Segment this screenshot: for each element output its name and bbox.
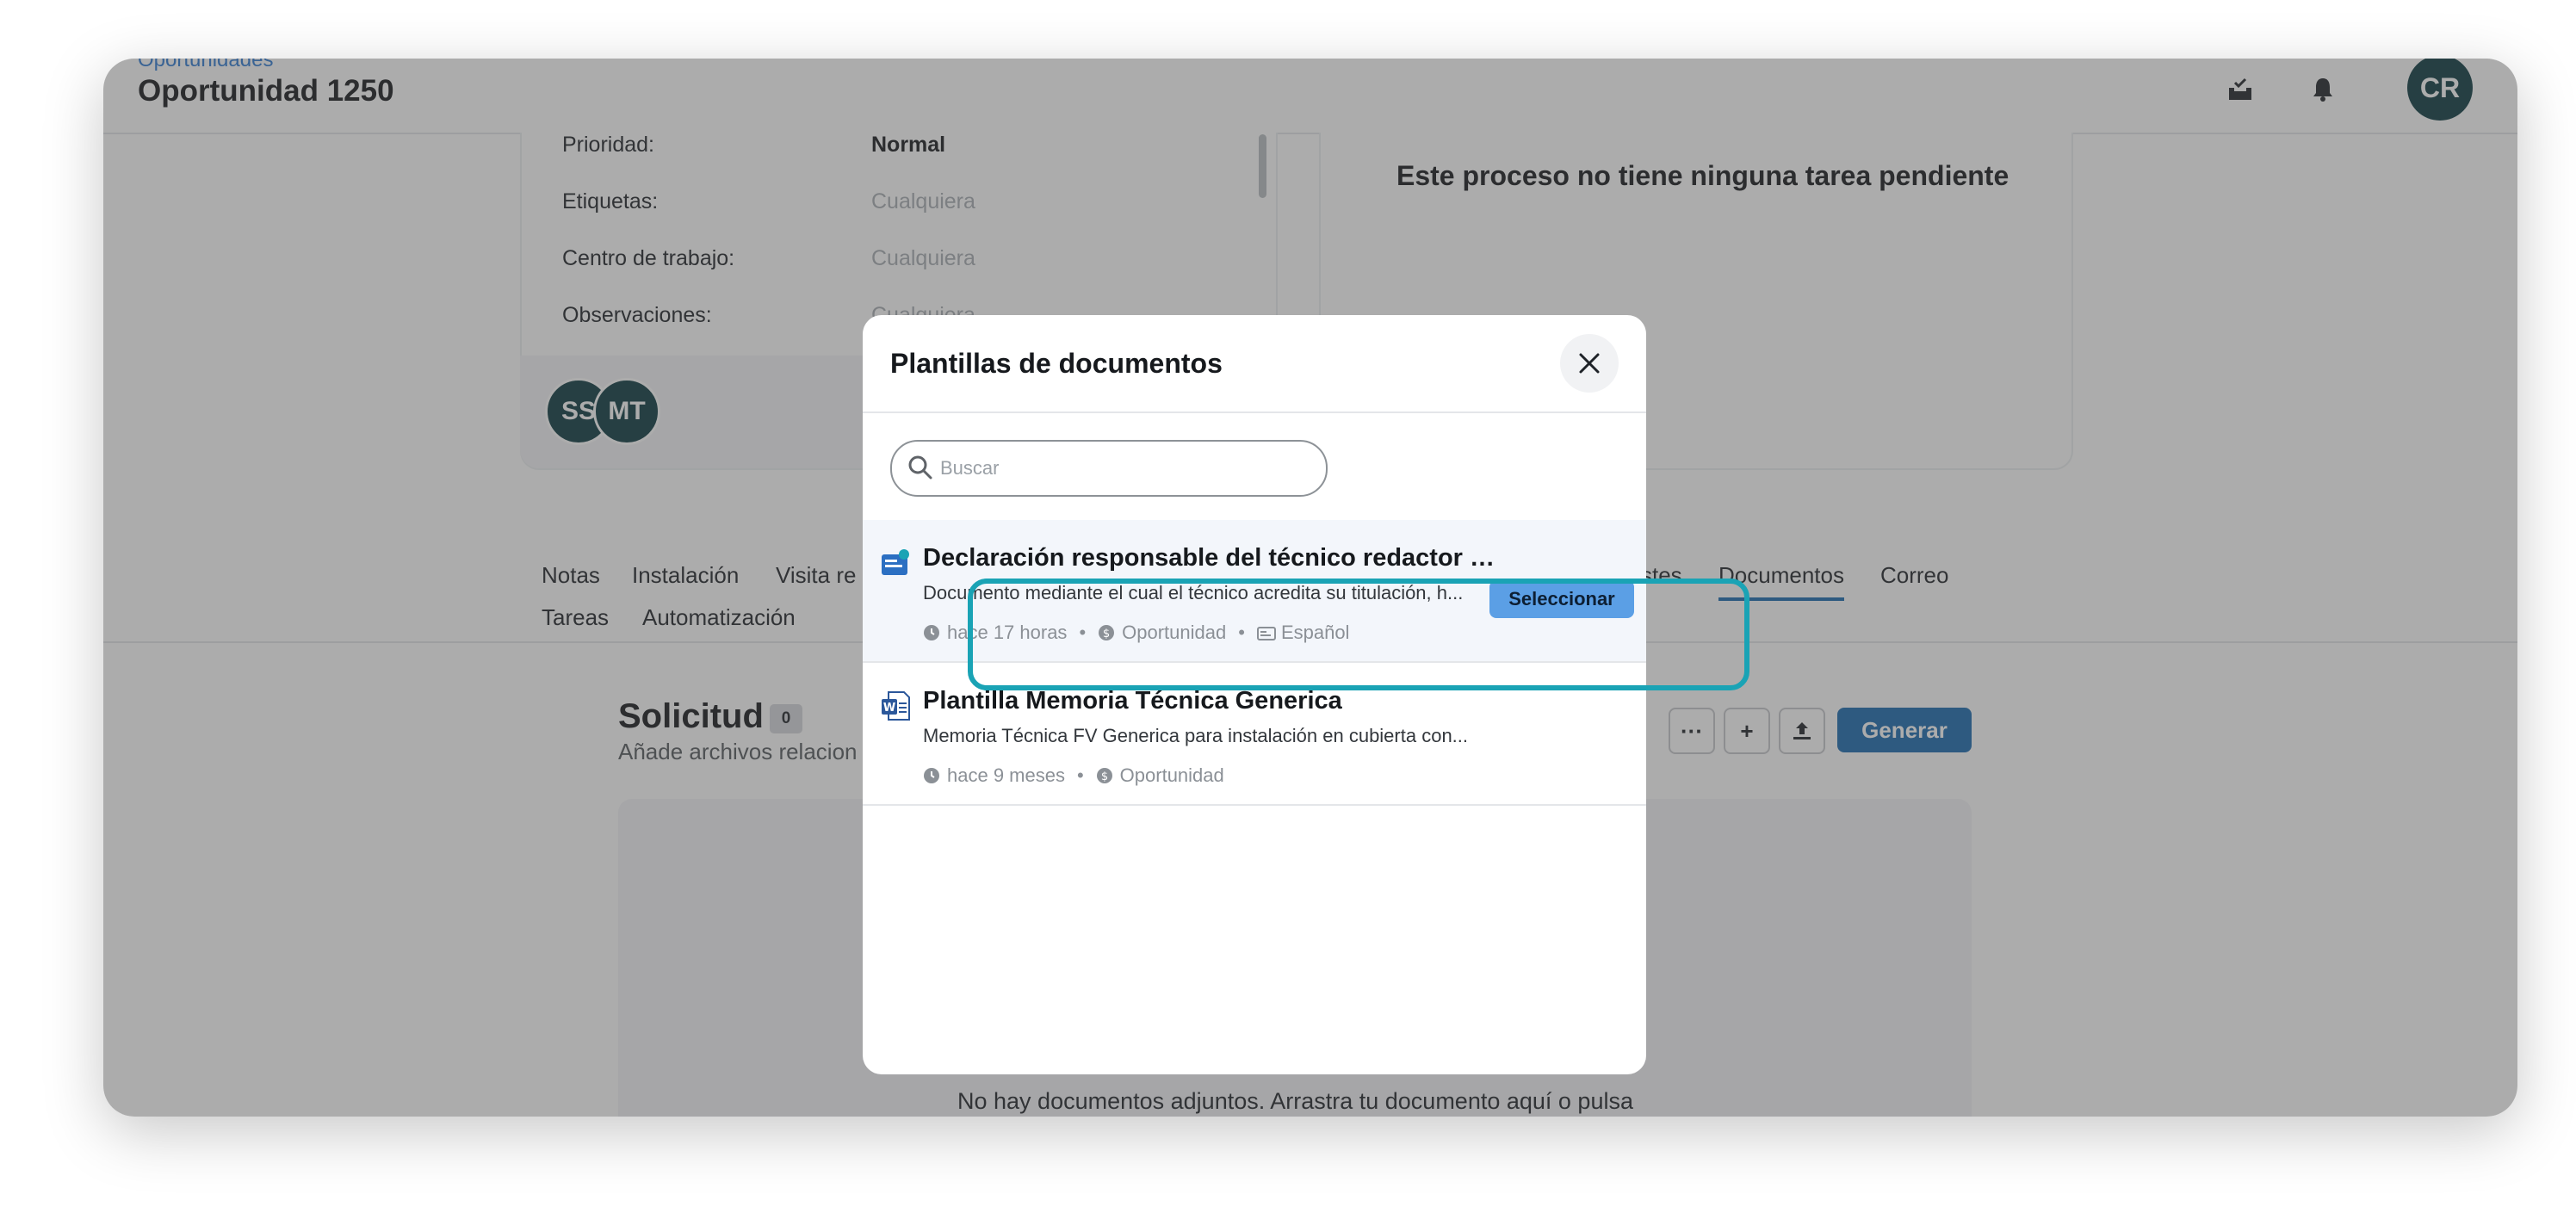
close-icon: [1579, 353, 1600, 374]
clock-icon: [923, 624, 940, 641]
close-button[interactable]: [1560, 334, 1619, 393]
template-entity: Oportunidad: [1119, 764, 1224, 786]
svg-text:$: $: [1101, 770, 1108, 783]
search-field[interactable]: [890, 440, 1328, 497]
selection-highlight: [968, 579, 1749, 690]
modal-title: Plantillas de documentos: [890, 348, 1223, 379]
template-time: hace 9 meses: [947, 764, 1065, 786]
search-icon: [908, 455, 932, 480]
template-title: Plantilla Memoria Técnica Generica: [923, 687, 1342, 715]
templates-modal: Plantillas de documentos Declaración res…: [863, 315, 1646, 1074]
svg-text:W: W: [883, 702, 895, 715]
template-meta: hace 9 meses • $ Oportunidad: [923, 764, 1224, 787]
app-window: Oportunidades Oportunidad 1250 CR Priori…: [103, 59, 2517, 1117]
template-title: Declaración responsable del técnico reda…: [923, 544, 1508, 572]
template-description: Memoria Técnica FV Generica para instala…: [923, 725, 1469, 746]
search-input[interactable]: [938, 450, 1303, 486]
opportunity-icon: $: [1096, 767, 1113, 784]
document-template-icon: [882, 549, 909, 575]
word-document-icon: W: [882, 691, 910, 721]
clock-icon: [923, 767, 940, 784]
modal-divider: [863, 411, 1646, 413]
